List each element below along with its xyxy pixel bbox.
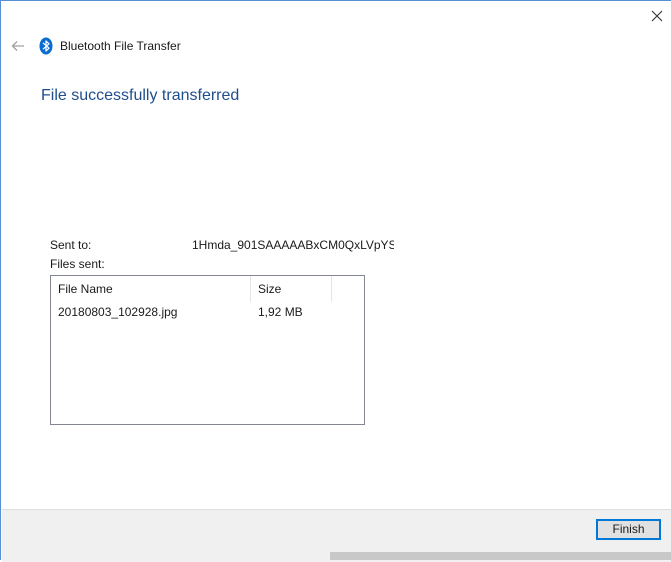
column-header-size[interactable]: Size	[251, 276, 332, 302]
background-window-strip	[330, 552, 671, 560]
back-arrow-icon	[11, 41, 24, 51]
file-name-cell: 20180803_102928.jpg	[58, 305, 178, 319]
finish-button[interactable]: Finish	[596, 519, 661, 540]
bluetooth-icon	[39, 37, 53, 55]
sent-to-value: 1Hmda_901SAAAAABxCM0QxLVpYSjJ2	[192, 238, 394, 252]
table-row[interactable]: 20180803_102928.jpg 1,92 MB	[51, 302, 364, 322]
files-sent-list[interactable]: File Name Size 20180803_102928.jpg 1,92 …	[50, 275, 365, 425]
files-sent-label: Files sent:	[50, 257, 105, 271]
page-title: File successfully transferred	[41, 87, 240, 104]
bluetooth-transfer-dialog: Bluetooth File Transfer File successfull…	[0, 0, 671, 562]
column-header-file-name[interactable]: File Name	[51, 276, 251, 302]
close-button[interactable]	[645, 5, 669, 27]
file-size-cell: 1,92 MB	[258, 305, 303, 319]
app-title: Bluetooth File Transfer	[60, 39, 181, 53]
back-button[interactable]	[9, 37, 27, 55]
close-icon	[651, 10, 663, 22]
sent-to-label: Sent to:	[50, 238, 92, 252]
